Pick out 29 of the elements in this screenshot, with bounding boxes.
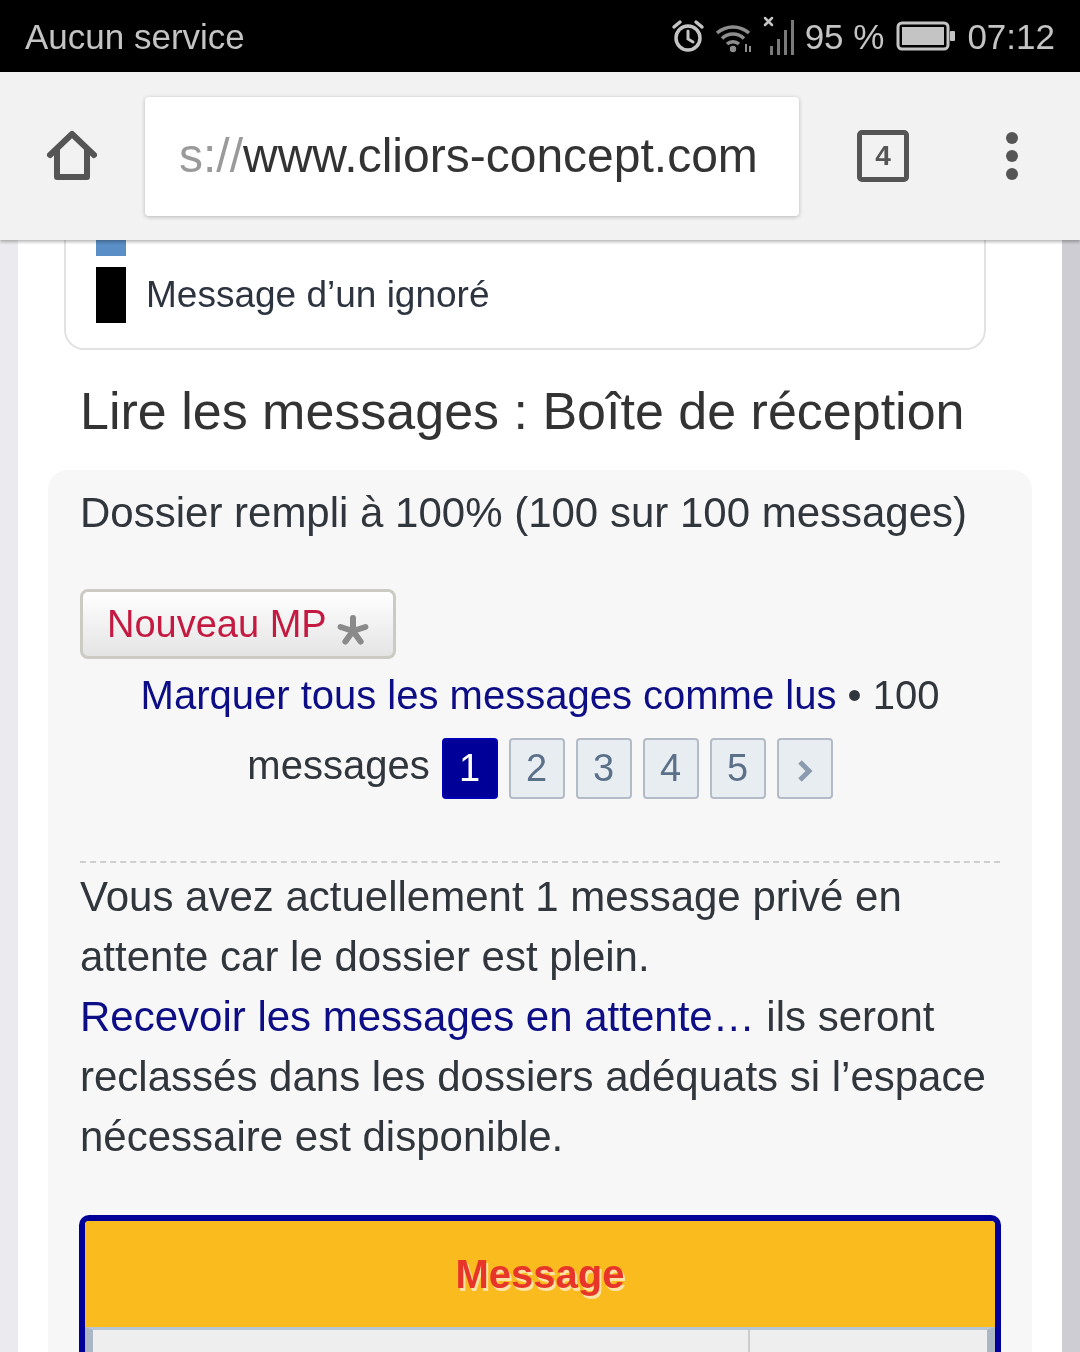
page-button[interactable]: 2 — [508, 737, 565, 799]
battery-icon — [896, 21, 957, 51]
column-header: Message — [85, 1221, 995, 1327]
page-button[interactable]: 4 — [642, 737, 699, 799]
alarm-clock-icon — [670, 19, 705, 53]
chevron-right-icon — [795, 757, 814, 784]
battery-percentage: 95 % — [804, 18, 885, 54]
asterisk-icon — [336, 615, 369, 647]
message-count-text: messages — [247, 743, 430, 787]
pending-message-notice: Vous avez actuellement 1 message privé en attente car le dossier est plein. — [80, 872, 903, 982]
folder-fill-status: Dossier rempli à 100% (100 sur 100 messages) — [80, 488, 969, 538]
message-count-text: 100 — [872, 673, 940, 717]
page-heading: Lire les messages : Boîte de réception — [80, 381, 966, 441]
page-button[interactable]: 5 — [709, 737, 766, 799]
mark-all-read-link[interactable]: Marquer tous les messages comme lus — [140, 673, 837, 717]
page-button[interactable]: 3 — [575, 737, 632, 799]
tab-switcher-button[interactable]: 4 — [857, 130, 909, 182]
carrier-text: Aucun service — [25, 18, 245, 54]
new-message-button[interactable]: Nouveau MP — [80, 589, 396, 659]
home-icon[interactable] — [45, 129, 99, 183]
next-page-button[interactable] — [776, 737, 833, 799]
reclassify-notice: Recevoir les messages en attente… ils seront reclassés dans les dossiers adéquats si l’espace nécessaire est disponible. — [80, 992, 987, 1162]
bullet-separator: • — [847, 673, 862, 717]
receive-pending-link[interactable]: Recevoir les messages en attente… — [80, 993, 755, 1040]
menu-icon[interactable] — [1005, 131, 1019, 181]
clock-time: 07:12 — [967, 18, 1055, 54]
page-button[interactable]: 1 — [441, 737, 498, 799]
legend-label: Message d’un ignoré — [146, 273, 490, 317]
url-field[interactable]: s://www.cliors-concept.com — [145, 96, 799, 216]
